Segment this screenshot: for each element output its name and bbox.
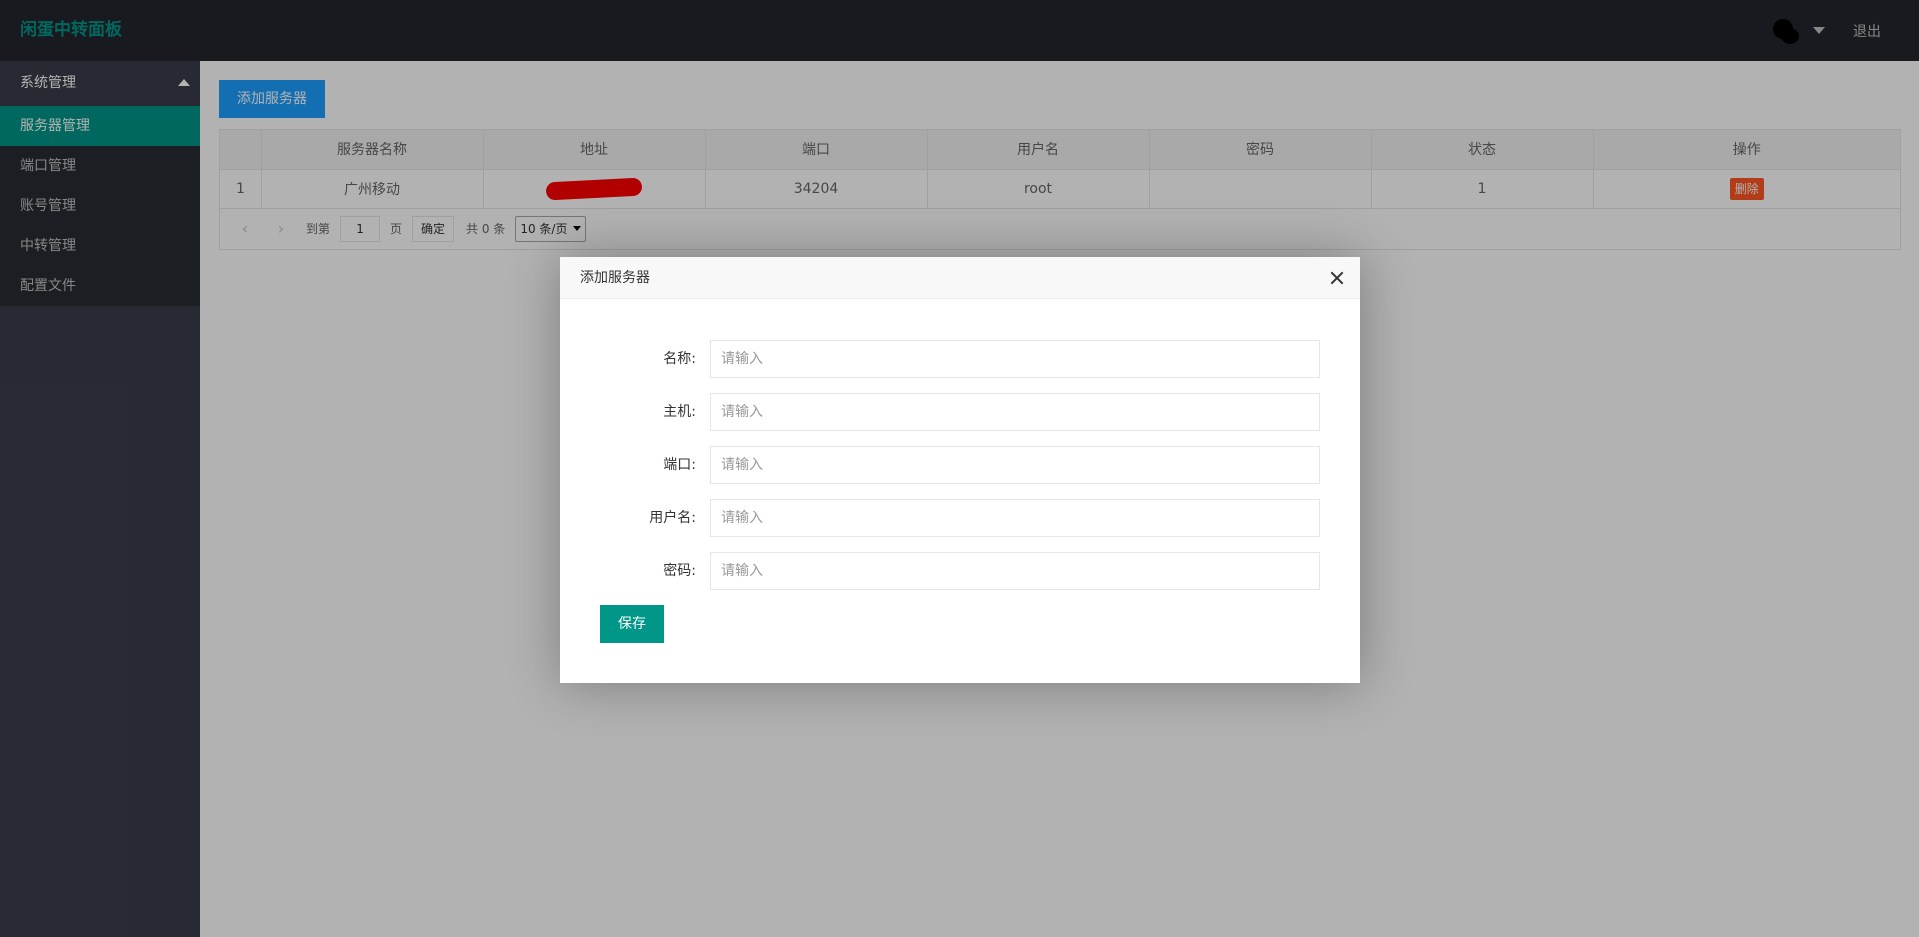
- dialog-header: 添加服务器: [560, 257, 1360, 299]
- add-server-dialog: 添加服务器 名称: 请输入 主机: 请输入 端口: 请输入 用户名: 请输入 密…: [560, 257, 1360, 683]
- close-icon[interactable]: [1328, 269, 1346, 287]
- port-label: 端口:: [663, 457, 696, 473]
- form-row-password: 密码: 请输入: [560, 552, 1360, 590]
- username-input[interactable]: 请输入: [710, 499, 1320, 537]
- form-row-port: 端口: 请输入: [560, 446, 1360, 484]
- name-label: 名称:: [663, 351, 696, 367]
- password-input[interactable]: 请输入: [710, 552, 1320, 590]
- dialog-title: 添加服务器: [580, 270, 650, 286]
- form-row-name: 名称: 请输入: [560, 340, 1360, 378]
- server-form: 名称: 请输入 主机: 请输入 端口: 请输入 用户名: 请输入 密码: 请输入: [560, 340, 1360, 605]
- username-label: 用户名:: [649, 510, 696, 526]
- name-input[interactable]: 请输入: [710, 340, 1320, 378]
- host-input[interactable]: 请输入: [710, 393, 1320, 431]
- host-label: 主机:: [663, 404, 696, 420]
- form-row-host: 主机: 请输入: [560, 393, 1360, 431]
- form-row-username: 用户名: 请输入: [560, 499, 1360, 537]
- password-label: 密码:: [663, 563, 696, 579]
- port-input[interactable]: 请输入: [710, 446, 1320, 484]
- save-button[interactable]: 保存: [600, 605, 664, 643]
